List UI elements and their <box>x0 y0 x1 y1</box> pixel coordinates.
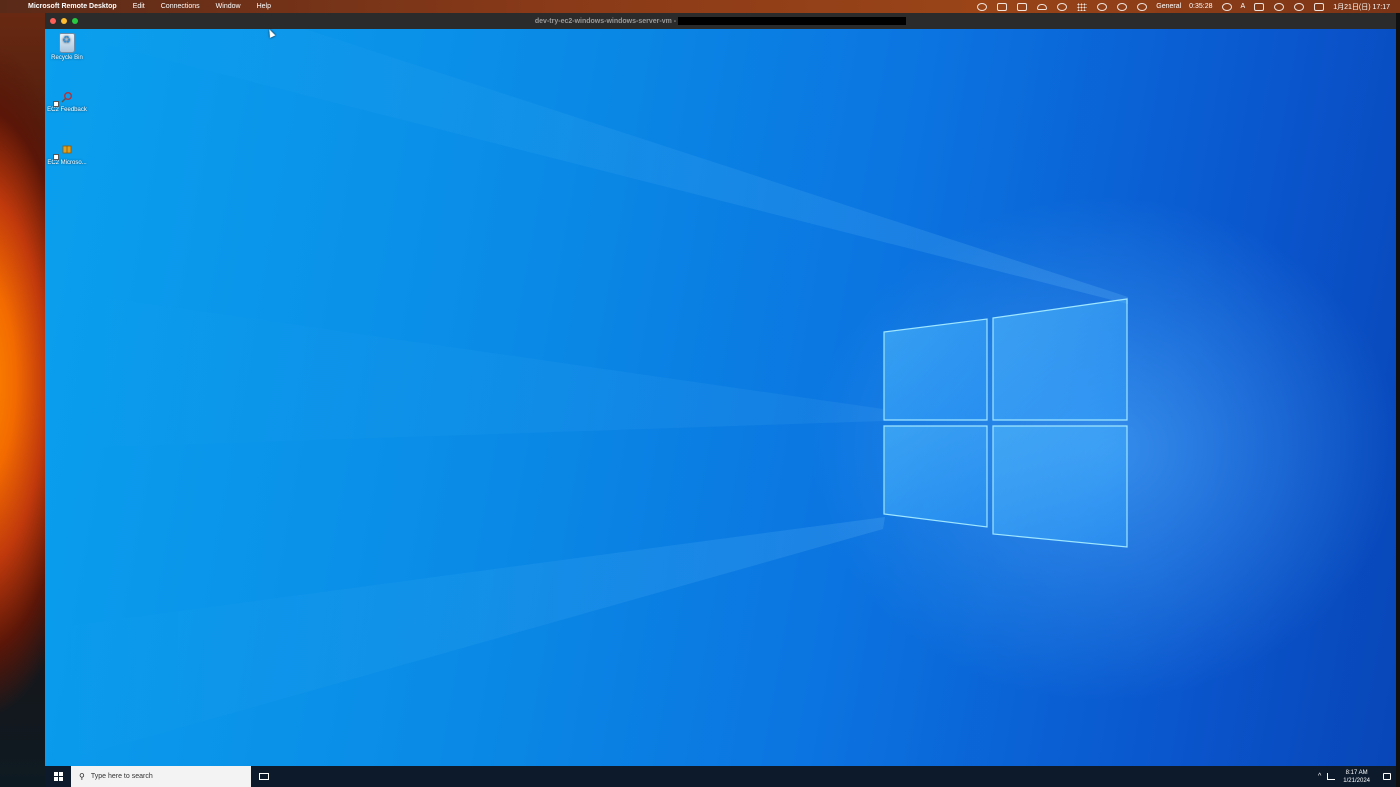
notification-status-icon[interactable] <box>1221 2 1232 11</box>
remote-desktop-window: dev-try-ec2-windows-windows-server-vm - <box>45 13 1396 787</box>
action-center-button[interactable] <box>1378 766 1396 787</box>
start-button[interactable] <box>45 766 71 787</box>
task-view-button[interactable] <box>251 766 277 787</box>
app-status-icon[interactable] <box>1017 2 1028 11</box>
desktop-icon-label: EC2 Microso... <box>47 160 87 166</box>
windows-logo-glass <box>883 298 1128 548</box>
search-placeholder: Type here to search <box>90 773 153 780</box>
task-view-icon <box>259 773 269 780</box>
taskbar-clock[interactable]: 8:17 AM 1/21/2024 <box>1343 769 1370 785</box>
clock-date: 1/21/2024 <box>1343 777 1370 784</box>
search-icon: ⚲ <box>79 772 85 781</box>
window-title: dev-try-ec2-windows-windows-server-vm - <box>534 17 907 25</box>
control-center-icon[interactable] <box>1314 2 1325 11</box>
shortcut-arrow-icon <box>53 101 59 107</box>
sync-status-icon[interactable] <box>1057 2 1068 11</box>
wifi-icon[interactable] <box>1274 2 1285 11</box>
input-mode[interactable]: A <box>1241 3 1246 10</box>
windows-wallpaper-art <box>45 29 1128 766</box>
grid-status-icon[interactable] <box>1077 2 1088 11</box>
menubar-clock[interactable]: 1月21日(日) 17:17 <box>1333 2 1390 12</box>
desktop-icon-ec2-microsoft[interactable]: EC2 Microso... <box>47 144 87 167</box>
chat-status-icon[interactable] <box>977 2 988 11</box>
network-icon[interactable] <box>1327 773 1336 780</box>
recycle-bin-icon <box>59 33 75 53</box>
magnifier-icon <box>61 92 72 103</box>
extension-status-icon[interactable] <box>1097 2 1108 11</box>
screen-right-edge <box>1396 13 1400 787</box>
status-timer[interactable]: 0:35:28 <box>1189 3 1212 10</box>
menu-window[interactable]: Window <box>208 3 249 10</box>
windows-start-icon <box>53 772 63 781</box>
minimize-window-button[interactable] <box>61 18 67 24</box>
shortcut-arrow-icon <box>53 154 59 160</box>
accessibility-status-icon[interactable] <box>1117 2 1128 11</box>
menu-edit[interactable]: Edit <box>125 3 153 10</box>
taskbar-search-box[interactable]: ⚲ Type here to search <box>71 766 251 787</box>
desktop-icon-ec2-feedback[interactable]: EC2 Feedback <box>47 91 87 114</box>
status-profile[interactable]: General <box>1156 3 1181 10</box>
desktop-icon-label: Recycle Bin <box>51 55 83 61</box>
app-menu[interactable]: Microsoft Remote Desktop <box>28 3 125 10</box>
desktop-icon-recycle-bin[interactable]: Recycle Bin <box>47 33 87 62</box>
redacted-hostname <box>678 17 907 25</box>
package-icon <box>62 145 72 154</box>
maximize-window-button[interactable] <box>72 18 78 24</box>
battery-icon[interactable] <box>1254 2 1265 11</box>
windows-desktop[interactable]: Recycle Bin EC2 Feedback EC2 Microso... <box>45 29 1396 766</box>
show-hidden-icons-chevron-icon[interactable]: ^ <box>1318 773 1321 780</box>
windows-taskbar: ⚲ Type here to search ^ 8:17 AM 1/21/202… <box>45 766 1396 787</box>
close-window-button[interactable] <box>50 18 56 24</box>
cloud-status-icon[interactable] <box>1037 3 1048 10</box>
mac-menubar: Microsoft Remote Desktop Edit Connection… <box>0 0 1400 13</box>
spotlight-search-icon[interactable] <box>1294 2 1305 11</box>
system-tray: ^ 8:17 AM 1/21/2024 <box>1318 766 1396 787</box>
clock-time: 8:17 AM <box>1345 769 1368 776</box>
menu-connections[interactable]: Connections <box>153 3 208 10</box>
desktop-icon-label: EC2 Feedback <box>47 107 87 113</box>
window-titlebar[interactable]: dev-try-ec2-windows-windows-server-vm - <box>45 13 1396 29</box>
calendar-status-icon[interactable] <box>997 2 1008 11</box>
notification-icon <box>1383 773 1391 780</box>
profile-status-icon[interactable] <box>1137 2 1148 11</box>
window-title-text: dev-try-ec2-windows-windows-server-vm - <box>534 17 677 25</box>
menu-help[interactable]: Help <box>249 3 279 10</box>
